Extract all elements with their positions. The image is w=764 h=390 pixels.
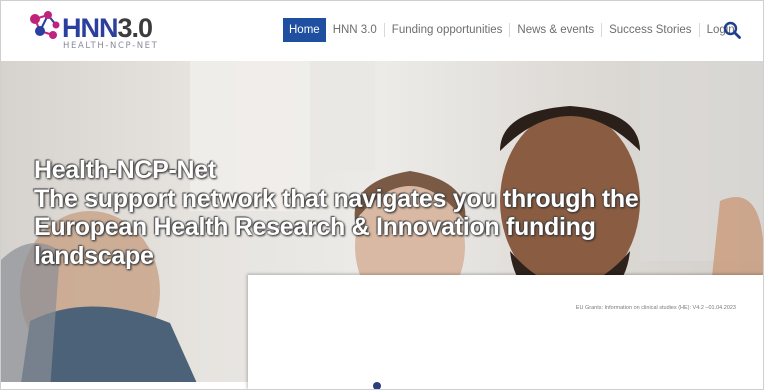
nav-success-stories[interactable]: Success Stories bbox=[602, 18, 698, 42]
hero-heading-line: European Health Research & Innovation fu… bbox=[34, 213, 596, 241]
document-graphic-dot bbox=[373, 382, 381, 390]
hero-heading: Health-NCP-Net The support network that … bbox=[34, 156, 734, 270]
network-logo-icon bbox=[30, 11, 60, 39]
hero-heading-line: The support network that navigates you t… bbox=[34, 184, 639, 213]
nav-hnn[interactable]: HNN 3.0 bbox=[326, 18, 384, 42]
document-caption: EU Grants: Information on clinical studi… bbox=[575, 305, 736, 311]
nav-home[interactable]: Home bbox=[283, 18, 326, 42]
nav-funding-opportunities[interactable]: Funding opportunities bbox=[385, 18, 510, 42]
search-icon[interactable] bbox=[723, 21, 741, 39]
logo-wordmark: HNN3.0 bbox=[62, 13, 154, 44]
hero-heading-line: Health-NCP-Net bbox=[34, 156, 216, 184]
left-bottom-strip bbox=[0, 382, 248, 390]
hero-heading-line: landscape bbox=[34, 241, 154, 270]
nav-news-events[interactable]: News & events bbox=[510, 18, 601, 42]
site-header: HNN3.0 HEALTH-NCP-NET Home HNN 3.0 Fundi… bbox=[0, 0, 764, 60]
document-preview-overlay: EU Grants: Information on clinical studi… bbox=[248, 275, 764, 390]
logo-name: HNN bbox=[62, 13, 118, 43]
main-navigation: Home HNN 3.0 Funding opportunities News … bbox=[283, 18, 742, 42]
site-logo[interactable]: HNN3.0 HEALTH-NCP-NET bbox=[26, 9, 176, 53]
logo-subtitle: HEALTH-NCP-NET bbox=[63, 41, 159, 51]
logo-version: 3.0 bbox=[117, 13, 154, 43]
